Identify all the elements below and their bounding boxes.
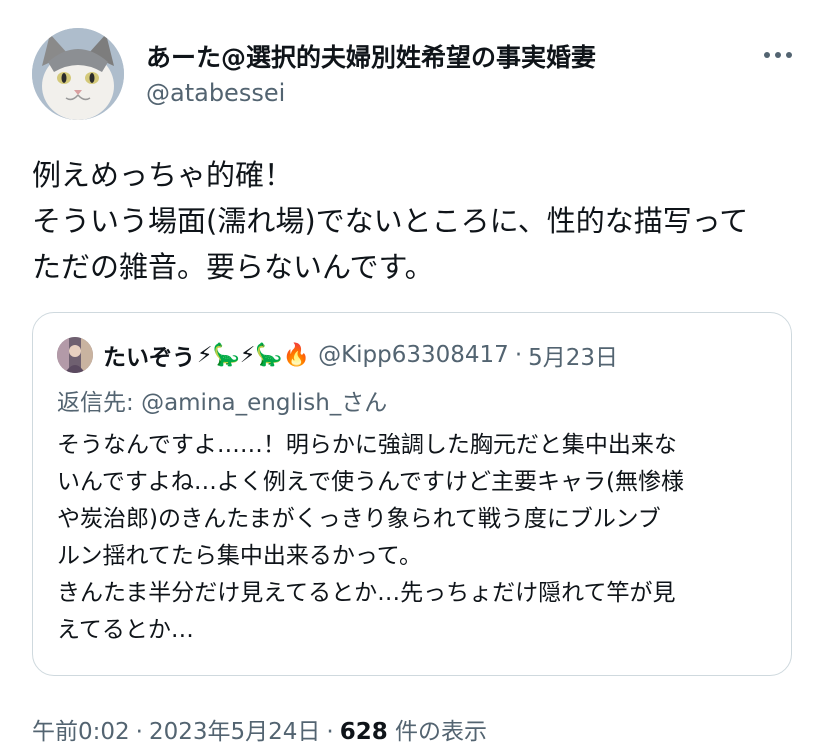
author-display-name[interactable]: あーた@選択的夫婦別姓希望の事実婚妻	[146, 38, 596, 74]
quoted-avatar-icon	[57, 337, 93, 373]
dot	[764, 52, 770, 58]
quoted-line: ルン揺れてたら集中出来るかって。	[57, 543, 423, 569]
tweet-line: そういう場面(濡れ場)でないところに、性的な描写って	[32, 204, 749, 238]
views-count: 628	[339, 719, 388, 745]
cat-avatar-icon[interactable]	[32, 28, 124, 120]
reply-mention[interactable]: @amina_english_	[141, 390, 341, 416]
separator: ·	[326, 719, 334, 745]
tweet-meta: 午前0:02 · 2023年5月24日 · 628 件の表示	[32, 712, 487, 746]
tweet-time[interactable]: 午前0:02	[32, 719, 130, 745]
quoted-date[interactable]: 5月23日	[528, 338, 618, 372]
tweet-line: 例えめっちゃ的確！	[32, 158, 294, 192]
dot	[775, 52, 781, 58]
more-dots-icon[interactable]	[756, 40, 800, 70]
reply-prefix: 返信先:	[57, 390, 142, 416]
quoted-line: きんたま半分だけ見えてるとか…先っちょだけ隠れて竿が見	[57, 580, 676, 606]
quoted-line: そうなんですよ……！明らかに強調した胸元だと集中出来な	[57, 432, 677, 458]
tweet-text: 例えめっちゃ的確！ そういう場面(濡れ場)でないところに、性的な描写って ただの…	[32, 152, 802, 290]
quoted-line: いんですよね…よく例えで使うんですけど主要キャラ(無惨様	[57, 469, 684, 495]
separator: ·	[514, 342, 523, 368]
quoted-handle[interactable]: @Kipp63308417	[318, 342, 509, 368]
tweet-line: ただの雑音。要らないんです。	[32, 250, 434, 284]
quoted-display-name[interactable]: たいぞう	[103, 338, 195, 372]
reply-suffix: さん	[341, 390, 388, 416]
quoted-line: や炭治郎)のきんたまがくっきり象られて戦う度にブルンブ	[57, 506, 661, 532]
author-handle[interactable]: @atabessei	[146, 79, 285, 107]
separator: ·	[135, 719, 143, 745]
tweet-date[interactable]: 2023年5月24日	[149, 719, 320, 745]
reply-to-line: 返信先: @amina_english_さん	[57, 383, 387, 417]
quoted-name-emojis: ⚡🦕⚡🦕🔥	[197, 342, 311, 368]
quoted-tweet[interactable]: たいぞう ⚡🦕⚡🦕🔥 @Kipp63308417 · 5月23日 返信先: @a…	[32, 312, 792, 676]
tweet-card: あーた@選択的夫婦別姓希望の事実婚妻 @atabessei 例えめっちゃ的確！ …	[0, 0, 828, 752]
quoted-line: えてるとか…	[57, 617, 194, 643]
dot	[786, 52, 792, 58]
views-label: 件の表示	[387, 719, 488, 745]
quoted-text: そうなんですよ……！明らかに強調した胸元だと集中出来な いんですよね…よく例えで…	[57, 427, 773, 649]
quoted-header: たいぞう ⚡🦕⚡🦕🔥 @Kipp63308417 · 5月23日	[103, 337, 618, 373]
